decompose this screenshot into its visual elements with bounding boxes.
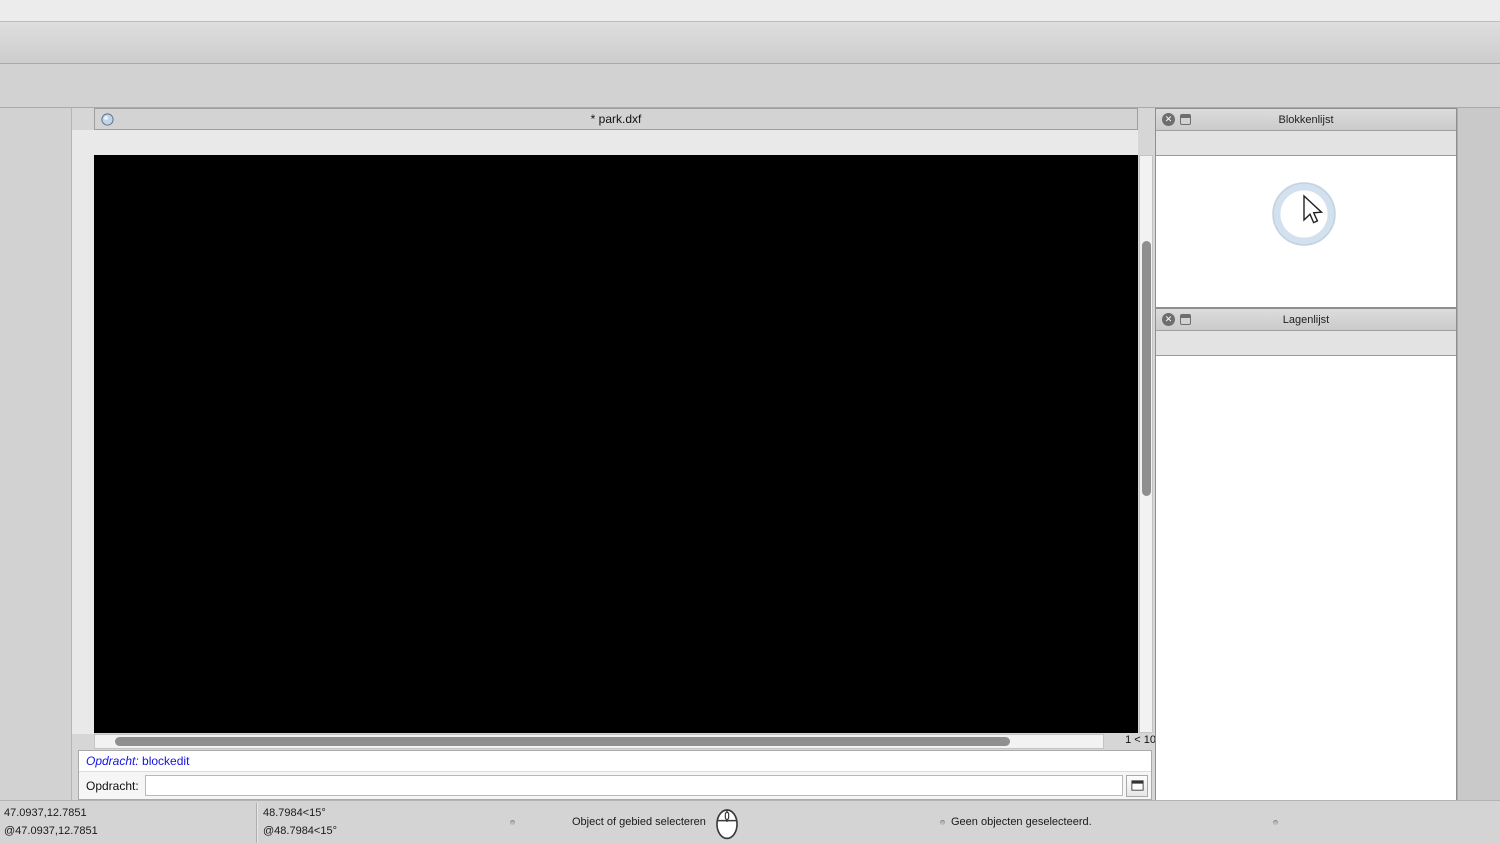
relative-coordinate: @47.0937,12.7851	[4, 825, 98, 837]
float-panel-icon[interactable]	[1180, 314, 1191, 325]
absolute-coordinate: 47.0937,12.7851	[4, 807, 87, 819]
command-input[interactable]	[144, 775, 1123, 796]
command-prompt-label: Opdracht:	[86, 778, 139, 793]
selection-info-text: Geen objecten geselecteerd.	[951, 816, 1092, 828]
block-list-panel: ✕ Blokkenlijst	[1155, 108, 1457, 308]
layer-panel-title: Lagenlijst	[1282, 313, 1330, 326]
vertical-ruler	[72, 130, 94, 734]
close-icon[interactable]: ✕	[1162, 113, 1175, 126]
horizontal-scrollbar-thumb[interactable]	[115, 737, 1010, 746]
zoom-factor-indicator: 1 < 10	[1125, 734, 1156, 746]
layer-list-panel: ✕ Lagenlijst	[1155, 308, 1457, 800]
panel-toggle-strip	[1457, 108, 1500, 800]
status-led	[1273, 820, 1278, 825]
horizontal-scrollbar[interactable]	[94, 734, 1104, 749]
command-line-area: Opdracht: blockedit Opdracht:	[78, 750, 1152, 800]
tool-hint-text: Object of gebied selecteren	[572, 816, 706, 828]
drawing-tab-title: * park.dxf	[590, 112, 642, 126]
menu-bar	[0, 0, 1500, 22]
main-toolbar	[0, 22, 1500, 64]
layer-panel-titlebar[interactable]: ✕ Lagenlijst	[1156, 309, 1456, 331]
command-history-label: Opdracht:	[86, 754, 139, 768]
horizontal-ruler	[94, 130, 1138, 155]
vertical-scrollbar-thumb[interactable]	[1142, 241, 1151, 496]
close-icon[interactable]: ✕	[1162, 313, 1175, 326]
drawing-tab-bar[interactable]: * park.dxf	[94, 108, 1138, 130]
block-panel-titlebar[interactable]: ✕ Blokkenlijst	[1156, 109, 1456, 131]
float-panel-icon[interactable]	[1180, 114, 1191, 125]
drawing-canvas[interactable]	[94, 155, 1138, 733]
vertical-scrollbar[interactable]	[1139, 155, 1153, 733]
command-window-button[interactable]	[1126, 774, 1148, 797]
tool-options-toolbar	[0, 64, 1500, 108]
status-led	[940, 820, 945, 825]
command-history-value: blockedit	[142, 754, 190, 768]
relative-polar-coordinate: @48.7984<15°	[263, 825, 337, 837]
window-icon	[1130, 778, 1145, 793]
statusbar-divider	[256, 803, 257, 843]
status-bar: 47.0937,12.7851 @47.0937,12.7851 48.7984…	[0, 800, 1500, 844]
cad-tool-palette	[0, 108, 72, 844]
block-panel-title: Blokkenlijst	[1278, 113, 1334, 126]
status-led	[510, 820, 515, 825]
command-history: Opdracht: blockedit	[79, 751, 1151, 772]
absolute-polar-coordinate: 48.7984<15°	[263, 807, 326, 819]
mouse-hint-icon	[714, 804, 740, 842]
